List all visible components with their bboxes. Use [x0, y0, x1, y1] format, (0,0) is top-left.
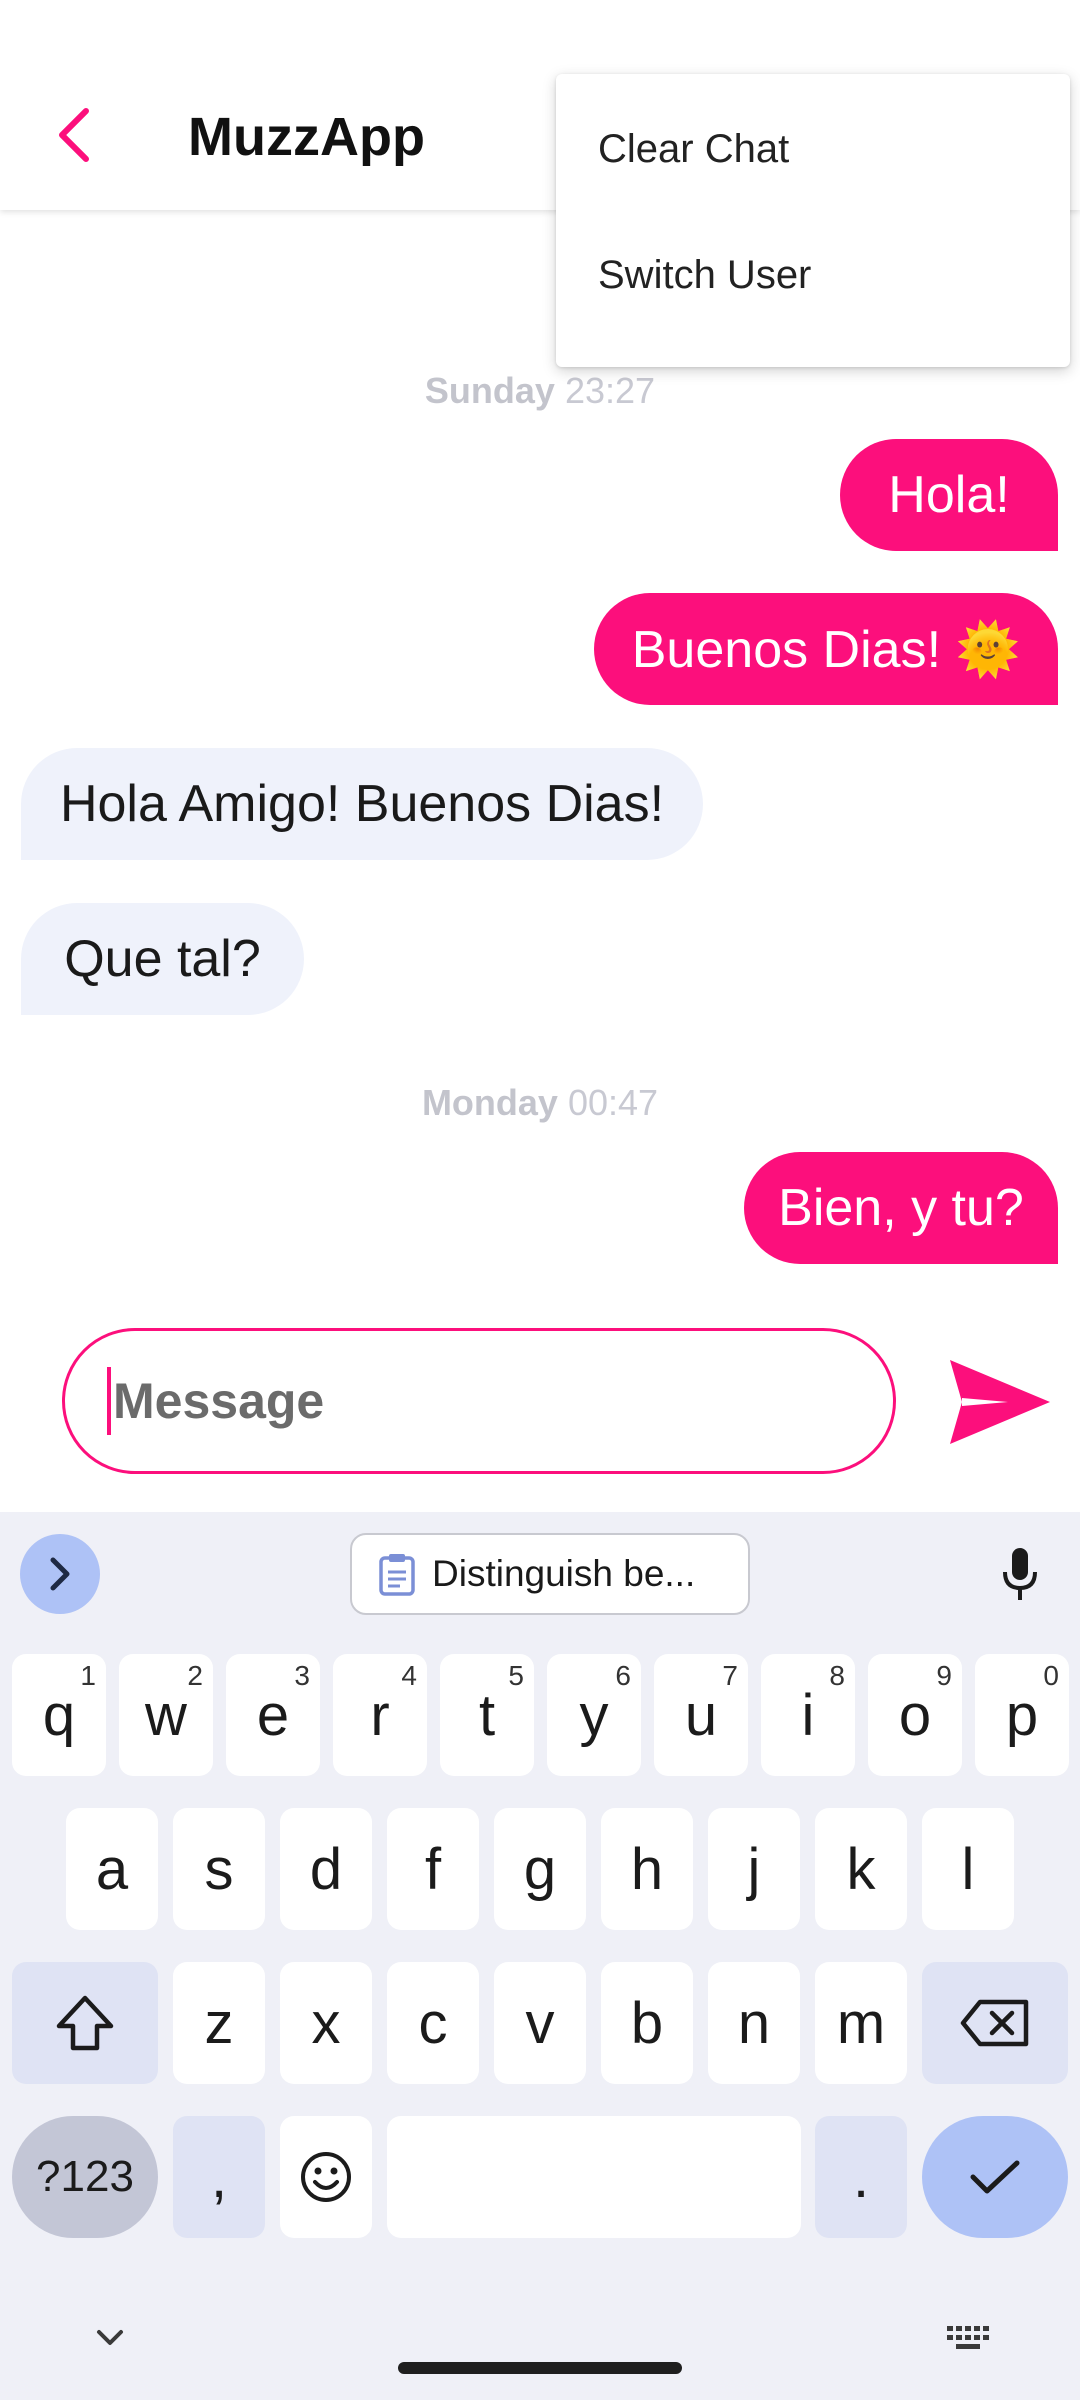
backspace-key[interactable] [922, 1962, 1068, 2084]
shift-key[interactable] [12, 1962, 158, 2084]
key-k[interactable]: k [815, 1808, 907, 1930]
date-separator-day: Monday [421, 1082, 558, 1123]
key-label: i [801, 1682, 815, 1748]
key-hint: 0 [1043, 1660, 1059, 1691]
key-hint: 2 [187, 1660, 203, 1691]
key-s[interactable]: s [173, 1808, 265, 1930]
key-hint: 4 [401, 1660, 417, 1691]
key-h[interactable]: h [601, 1808, 693, 1930]
enter-key[interactable] [922, 2116, 1068, 2238]
key-b[interactable]: b [601, 1962, 693, 2084]
key-r[interactable]: r4 [333, 1654, 427, 1776]
keyboard-switcher-button[interactable] [944, 2320, 992, 2356]
home-gesture-handle[interactable] [398, 2362, 682, 2374]
key-hint: 1 [80, 1660, 96, 1691]
key-j[interactable]: j [708, 1808, 800, 1930]
message-input[interactable] [113, 1372, 813, 1430]
key-a[interactable]: a [66, 1808, 158, 1930]
key-o[interactable]: o9 [868, 1654, 962, 1776]
key-p[interactable]: p0 [975, 1654, 1069, 1776]
clipboard-chip-label: Distinguish be... [432, 1553, 696, 1594]
chevron-down-icon [97, 2330, 123, 2345]
keyboard-icon [947, 2326, 989, 2349]
key-x[interactable]: x [280, 1962, 372, 2084]
emoji-key[interactable] [280, 2116, 372, 2238]
key-q[interactable]: q1 [12, 1654, 106, 1776]
key-label: u [684, 1682, 718, 1748]
send-icon [950, 1360, 1050, 1444]
symbols-key[interactable]: ?123 [12, 2116, 158, 2238]
hide-keyboard-button[interactable] [90, 2318, 130, 2358]
menu-item-switch-user[interactable]: Switch User [556, 212, 1070, 338]
date-separator: Sunday 23:27 [0, 370, 1080, 412]
message-bubble-sent[interactable]: Buenos Dias! 🌞 [594, 593, 1058, 705]
text-caret [107, 1367, 111, 1435]
message-input-container[interactable] [62, 1328, 896, 1474]
app-title: MuzzApp [188, 107, 425, 167]
key-l[interactable]: l [922, 1808, 1014, 1930]
key-label: y [579, 1682, 609, 1748]
space-key[interactable] [387, 2116, 801, 2238]
keyboard-toolbar: Distinguish be... [0, 1512, 1080, 1636]
key-t[interactable]: t5 [440, 1654, 534, 1776]
microphone-button[interactable] [990, 1542, 1050, 1606]
key-i[interactable]: i8 [761, 1654, 855, 1776]
shift-icon [56, 1995, 114, 2051]
key-w[interactable]: w2 [119, 1654, 213, 1776]
key-c[interactable]: c [387, 1962, 479, 2084]
key-g[interactable]: g [494, 1808, 586, 1930]
key-hint: 9 [936, 1660, 952, 1691]
comma-key[interactable]: , [173, 2116, 265, 2238]
message-bubble-received[interactable]: Que tal? [21, 903, 304, 1015]
key-label: e [256, 1682, 290, 1748]
period-key[interactable]: . [815, 2116, 907, 2238]
keyboard-expand-button[interactable] [20, 1534, 100, 1614]
key-n[interactable]: n [708, 1962, 800, 2084]
key-hint: 7 [722, 1660, 738, 1691]
clipboard-suggestion-chip[interactable]: Distinguish be... [350, 1533, 750, 1615]
key-e[interactable]: e3 [226, 1654, 320, 1776]
chat-area: Sunday 23:27 Hola! Buenos Dias! 🌞 Hola A… [0, 210, 1080, 1300]
key-hint: 5 [508, 1660, 524, 1691]
key-label: t [478, 1682, 496, 1748]
key-y[interactable]: y6 [547, 1654, 641, 1776]
message-bubble-sent[interactable]: Hola! [840, 439, 1058, 551]
key-label: q [42, 1682, 76, 1748]
key-z[interactable]: z [173, 1962, 265, 2084]
soft-keyboard: Distinguish be... q1 w2 e3 r4 t5 y6 u7 i… [0, 1512, 1080, 2400]
key-label: r [370, 1682, 390, 1748]
date-separator-day: Sunday [424, 370, 555, 411]
checkmark-icon [970, 2160, 1020, 2194]
key-u[interactable]: u7 [654, 1654, 748, 1776]
screen: MuzzApp Clear Chat Switch User Sunday 23… [0, 0, 1080, 2400]
composer [0, 1300, 1080, 1512]
backspace-icon [960, 1999, 1029, 2047]
back-button[interactable] [40, 95, 108, 175]
emoji-icon [301, 2152, 351, 2202]
key-f[interactable]: f [387, 1808, 479, 1930]
key-label: w [145, 1682, 187, 1748]
back-arrow-icon [59, 108, 89, 162]
key-label: p [1005, 1682, 1039, 1748]
overflow-menu: Clear Chat Switch User [556, 74, 1070, 367]
date-separator-time: 23:27 [564, 370, 656, 411]
key-hint: 6 [615, 1660, 631, 1691]
message-bubble-received[interactable]: Hola Amigo! Buenos Dias! [21, 748, 703, 860]
chevron-right-icon [50, 1557, 70, 1591]
date-separator-time: 00:47 [567, 1082, 659, 1123]
clipboard-icon [379, 1554, 415, 1596]
key-v[interactable]: v [494, 1962, 586, 2084]
key-d[interactable]: d [280, 1808, 372, 1930]
navigation-bar [0, 2310, 1080, 2400]
microphone-icon [1003, 1548, 1037, 1600]
key-m[interactable]: m [815, 1962, 907, 2084]
message-bubble-sent[interactable]: Bien, y tu? [744, 1152, 1058, 1264]
date-separator: Monday 00:47 [0, 1082, 1080, 1124]
key-hint: 8 [829, 1660, 845, 1691]
send-button[interactable] [946, 1356, 1054, 1448]
key-label: o [898, 1682, 932, 1748]
key-hint: 3 [294, 1660, 310, 1691]
menu-item-clear-chat[interactable]: Clear Chat [556, 86, 1070, 212]
